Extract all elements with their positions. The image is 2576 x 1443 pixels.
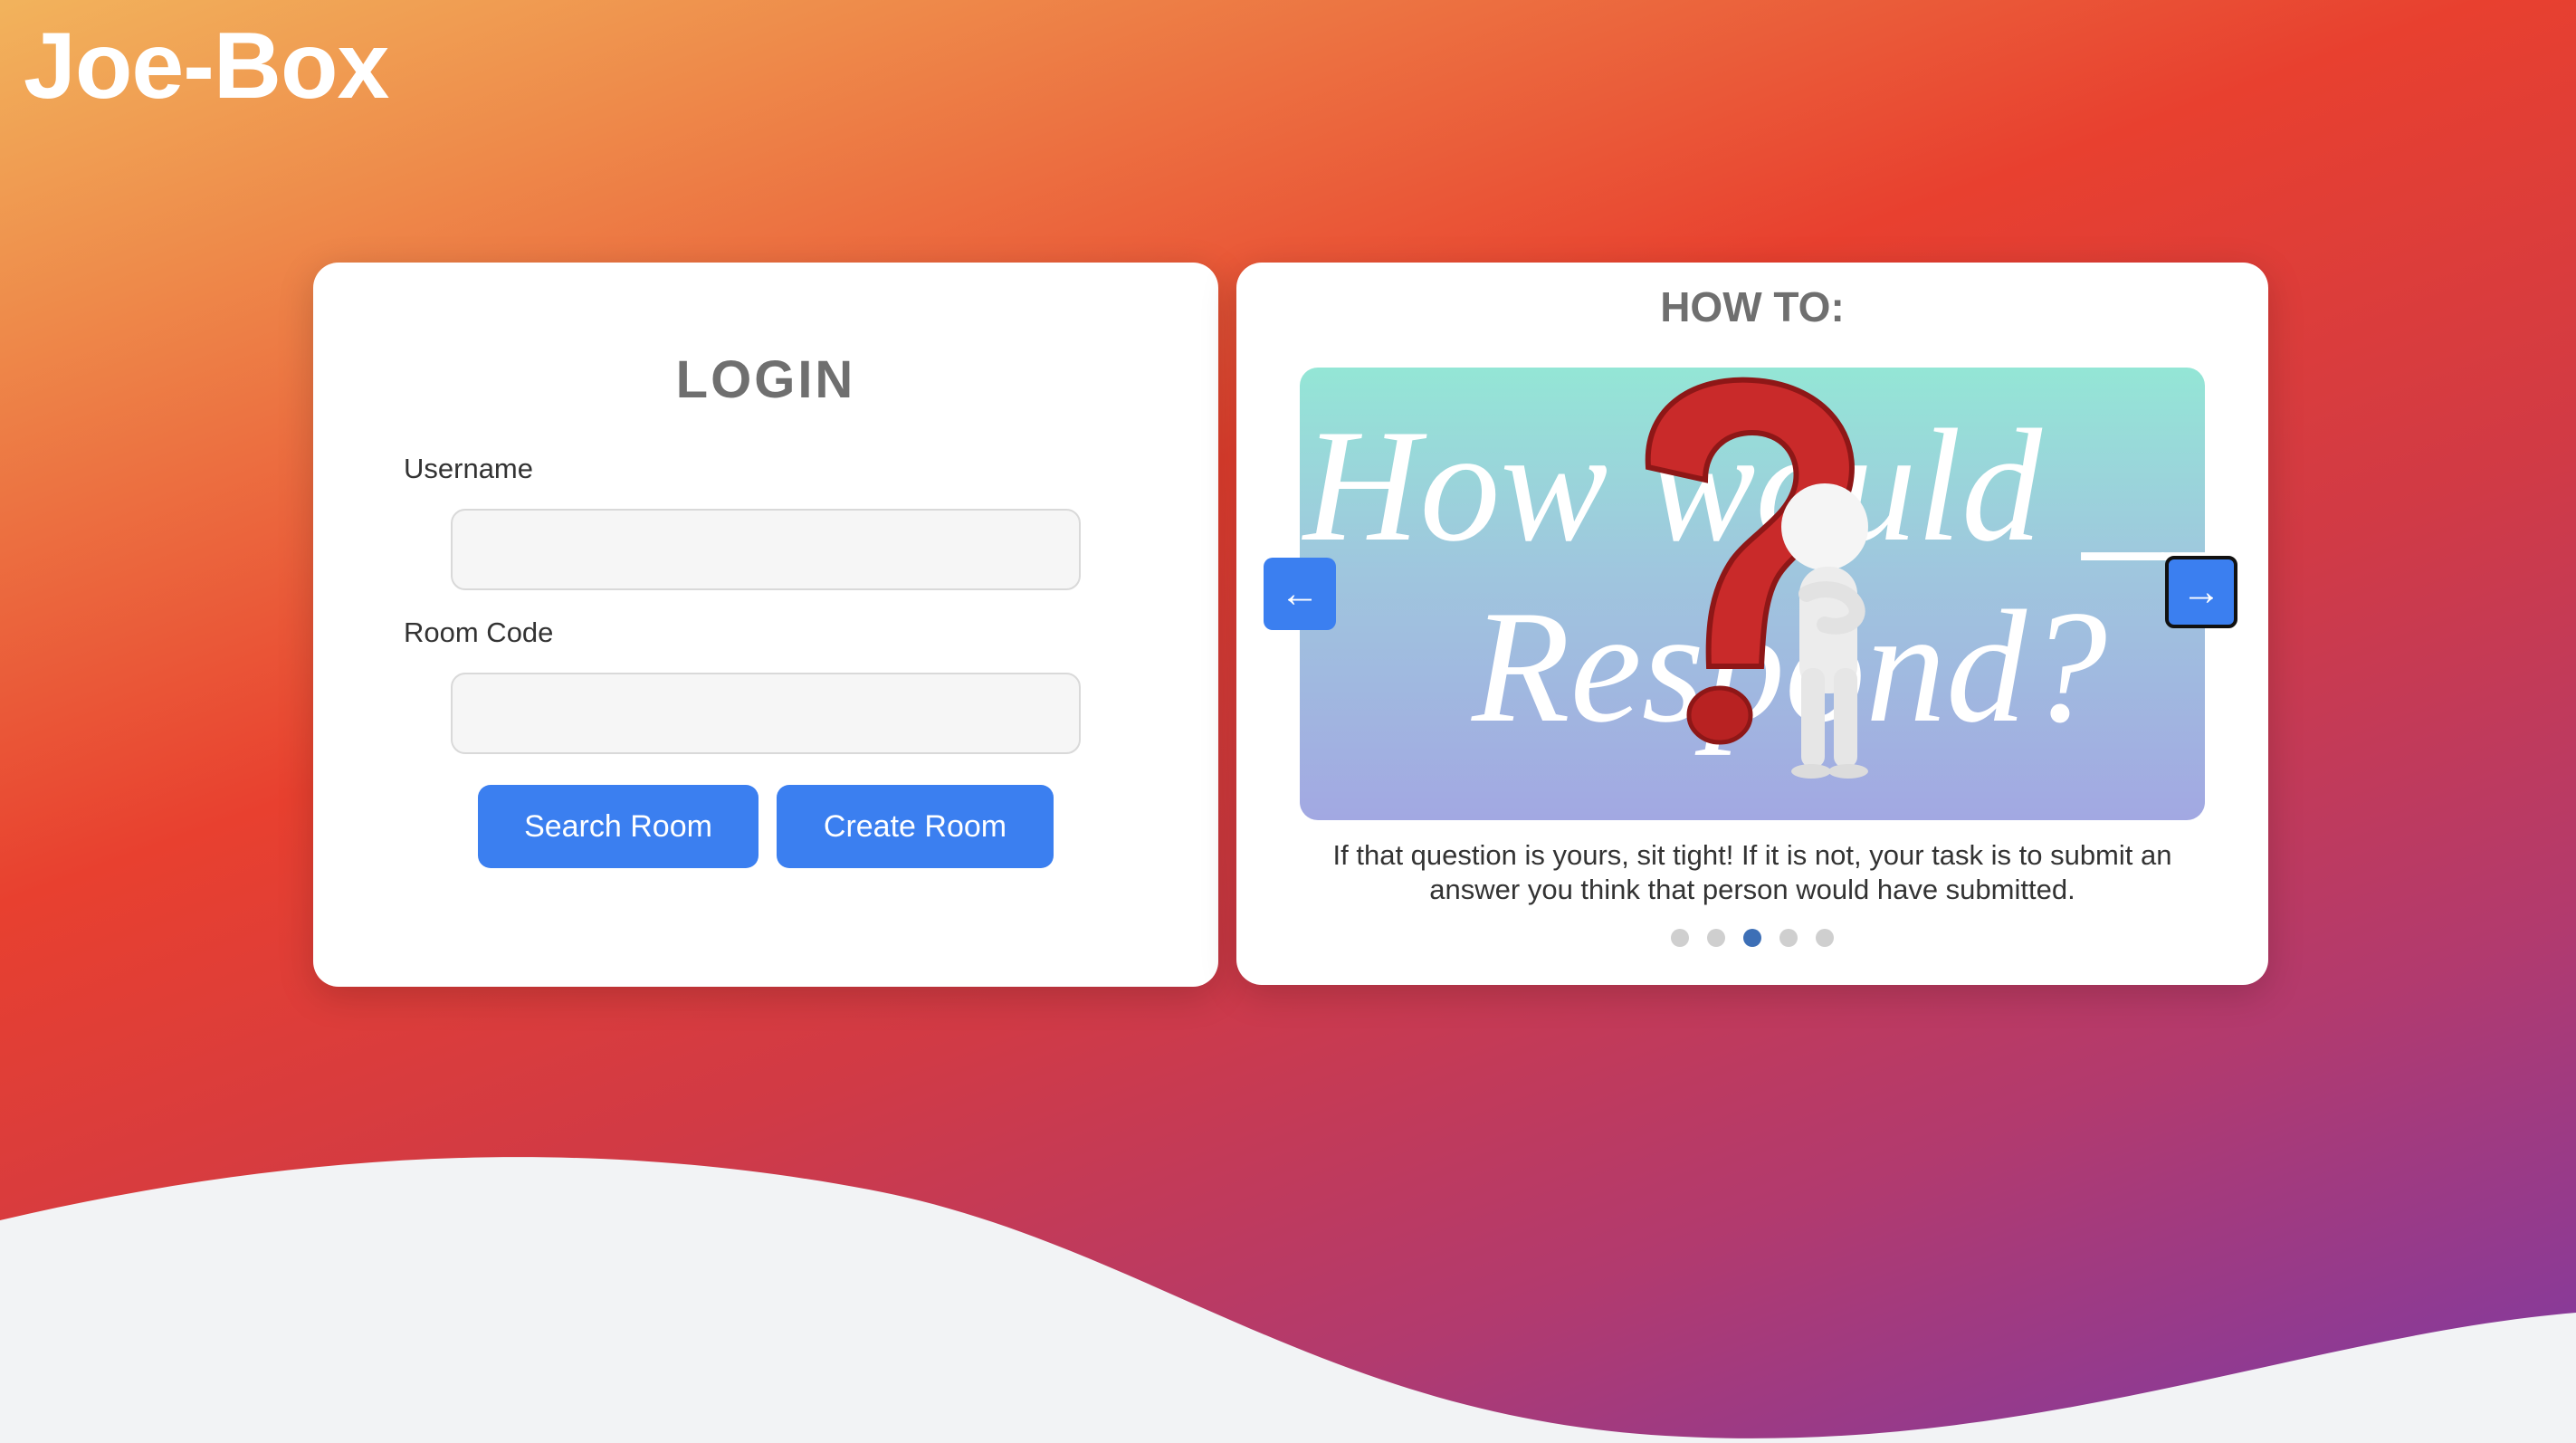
login-title: LOGIN	[675, 350, 856, 409]
carousel-dots	[1236, 929, 2268, 947]
carousel-dot-4[interactable]	[1779, 929, 1798, 947]
carousel-prev-button[interactable]: ←	[1264, 558, 1336, 630]
room-code-label: Room Code	[404, 616, 554, 648]
how-to-card: HOW TO: How would ___ Respond? ← → I	[1236, 263, 2268, 985]
arrow-left-icon: ←	[1280, 571, 1320, 616]
slide-illustration: How would ___ Respond?	[1302, 377, 2205, 779]
carousel-dot-1[interactable]	[1671, 929, 1689, 947]
carousel-dot-5[interactable]	[1816, 929, 1834, 947]
slide-caption: If that question is yours, sit tight! If…	[1332, 839, 2172, 905]
how-to-title: HOW TO:	[1660, 283, 1845, 330]
carousel-next-button[interactable]: →	[2165, 556, 2237, 628]
app-logo-title: Joe-Box	[24, 14, 389, 119]
username-label: Username	[404, 453, 533, 484]
arrow-right-icon: →	[2181, 569, 2221, 614]
carousel-dot-2[interactable]	[1707, 929, 1725, 947]
search-room-button[interactable]: Search Room	[478, 785, 758, 868]
carousel-slide: How would ___ Respond?	[1300, 368, 2205, 820]
login-card: LOGIN Username Room Code Search Room Cre…	[313, 263, 1218, 987]
room-code-input[interactable]	[451, 673, 1081, 754]
create-room-button[interactable]: Create Room	[777, 785, 1054, 868]
username-input[interactable]	[451, 509, 1081, 590]
background-wave	[0, 1157, 2576, 1443]
carousel-dot-3[interactable]	[1743, 929, 1761, 947]
slide-text-line2: Respond?	[1471, 577, 2107, 756]
